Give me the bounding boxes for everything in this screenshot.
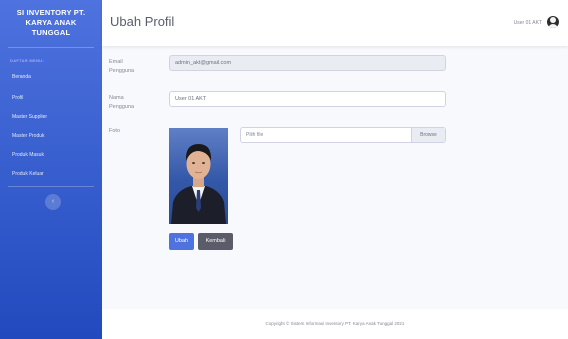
copyright-text: Copyright © Sistem Informasi Inventory P… <box>265 321 405 326</box>
brand-line-3: TUNGGAL <box>31 28 71 37</box>
topbar: Ubah Profil User 01 AKT <box>102 0 568 46</box>
name-field[interactable]: User 01 AKT <box>169 91 446 107</box>
avatar-head <box>550 17 556 23</box>
sidebar-divider <box>8 47 94 48</box>
name-label-line-1: Nama <box>109 95 124 101</box>
page-title: Ubah Profil <box>110 14 175 29</box>
sidebar-item-profil[interactable]: Profil <box>12 95 23 101</box>
menu-heading: DAFTAR MENU: <box>10 58 44 63</box>
profile-photo-image <box>171 144 226 224</box>
email-field[interactable]: admin_akt@gmail.com <box>169 55 446 71</box>
sidebar-divider-bottom <box>8 186 94 187</box>
browse-button[interactable]: Browse <box>411 128 445 142</box>
brand-line-1: SI INVENTORY PT. <box>16 8 86 17</box>
email-label: Email Pengguna <box>109 58 134 76</box>
sidebar-toggle-button[interactable]: ‹ <box>45 194 61 210</box>
sidebar: SI INVENTORY PT. KARYA ANAK TUNGGAL DAFT… <box>0 0 102 339</box>
sidebar-item-master-supplier[interactable]: Master Supplier <box>12 114 47 120</box>
sidebar-item-produk-keluar[interactable]: Produk Keluar <box>12 171 44 177</box>
photo-label: Foto <box>109 128 121 134</box>
profile-photo <box>169 128 228 224</box>
avatar-body <box>548 24 558 28</box>
user-avatar-icon[interactable] <box>547 16 559 28</box>
footer: Copyright © Sistem Informasi Inventory P… <box>102 309 568 339</box>
sidebar-item-beranda[interactable]: Beranda <box>12 74 31 80</box>
user-name[interactable]: User 01 AKT <box>514 20 542 26</box>
brand-title[interactable]: SI INVENTORY PT. KARYA ANAK TUNGGAL <box>0 8 102 38</box>
sidebar-item-produk-masuk[interactable]: Produk Masuk <box>12 152 44 158</box>
save-button[interactable]: Ubah <box>169 233 194 250</box>
chevron-left-icon: ‹ <box>51 198 55 205</box>
photo-file-input[interactable]: Pilih file Browse <box>240 127 446 143</box>
sidebar-item-master-produk[interactable]: Master Produk <box>12 133 45 139</box>
back-button[interactable]: Kembali <box>198 233 233 250</box>
email-label-line-1: Email <box>109 59 123 65</box>
name-label: Nama Pengguna <box>109 94 134 112</box>
email-label-line-2: Pengguna <box>109 68 135 74</box>
file-placeholder: Pilih file <box>246 132 264 138</box>
name-label-line-2: Pengguna <box>109 104 135 110</box>
brand-line-2: KARYA ANAK <box>25 18 77 27</box>
